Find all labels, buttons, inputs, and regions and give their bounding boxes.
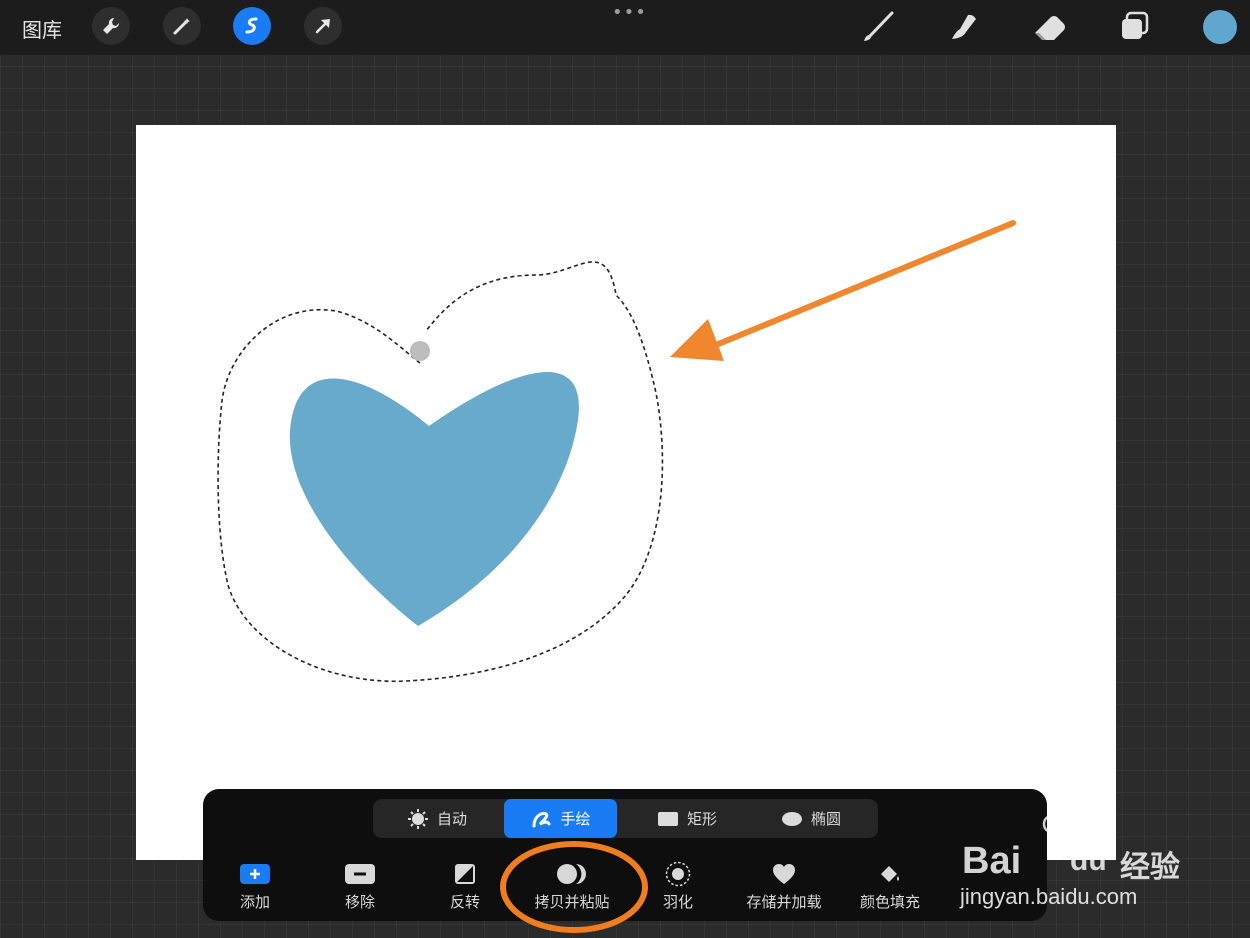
selection-mode-bar: 自动 手绘 矩形 椭圆 xyxy=(373,799,878,838)
invert-icon xyxy=(455,864,475,884)
rectangle-icon xyxy=(657,811,678,826)
feather-icon xyxy=(665,861,691,887)
watermark-jingyan: 经验 xyxy=(1120,850,1180,885)
smudge-icon[interactable] xyxy=(946,9,982,49)
transform-arrow-icon[interactable] xyxy=(304,7,342,45)
annotation-arrow-head xyxy=(670,319,724,361)
add-button[interactable]: 添加 xyxy=(200,862,310,912)
selection-icon[interactable] xyxy=(233,7,271,45)
color-picker[interactable] xyxy=(1203,10,1237,44)
color-fill-button[interactable]: 颜色填充 xyxy=(835,862,945,912)
mode-rectangle-label: 矩形 xyxy=(686,810,717,828)
remove-button[interactable]: 移除 xyxy=(305,862,415,912)
watermark-url: jingyan.baidu.com xyxy=(960,884,1138,909)
color-fill-label: 颜色填充 xyxy=(859,893,920,911)
mode-ellipse[interactable]: 椭圆 xyxy=(751,799,871,838)
ellipse-icon xyxy=(781,811,802,826)
mode-auto[interactable]: 自动 xyxy=(373,799,501,838)
magic-wand-icon[interactable] xyxy=(163,7,201,45)
drawing-canvas[interactable] xyxy=(136,125,1116,860)
save-load-button[interactable]: 存储并加载 xyxy=(729,862,839,912)
color-fill-icon xyxy=(881,866,899,882)
selection-start-handle[interactable] xyxy=(410,341,430,361)
more-icon[interactable]: ••• xyxy=(612,2,647,23)
watermark-bai: Bai xyxy=(962,840,1022,882)
gallery-button[interactable]: 图库 xyxy=(22,14,62,43)
mode-auto-label: 自动 xyxy=(436,810,467,828)
eraser-icon[interactable] xyxy=(1032,9,1068,49)
remove-icon xyxy=(345,864,375,884)
highlight-ellipse xyxy=(500,841,648,933)
annotation-arrow-line xyxy=(713,220,1016,348)
freehand-icon xyxy=(532,811,551,827)
mode-freehand-label: 手绘 xyxy=(560,810,591,828)
add-label: 添加 xyxy=(239,893,270,911)
heart-shape xyxy=(289,371,579,626)
mode-rectangle[interactable]: 矩形 xyxy=(627,799,747,838)
layers-icon[interactable] xyxy=(1117,9,1153,49)
save-load-label: 存储并加载 xyxy=(746,893,822,911)
brush-icon[interactable] xyxy=(860,9,896,49)
watermark-du: du xyxy=(1070,844,1107,877)
feather-label: 羽化 xyxy=(662,893,693,911)
invert-label: 反转 xyxy=(449,893,480,911)
heart-save-icon xyxy=(773,864,795,884)
wrench-icon[interactable] xyxy=(92,7,130,45)
baidu-watermark: Bai du 经验 jingyan.baidu.com xyxy=(958,806,1198,916)
top-toolbar: 图库 ••• xyxy=(0,0,1250,55)
auto-sun-icon xyxy=(407,808,428,829)
remove-label: 移除 xyxy=(344,893,375,911)
mode-ellipse-label: 椭圆 xyxy=(810,810,841,828)
add-icon xyxy=(240,864,270,884)
mode-freehand[interactable]: 手绘 xyxy=(504,799,617,838)
